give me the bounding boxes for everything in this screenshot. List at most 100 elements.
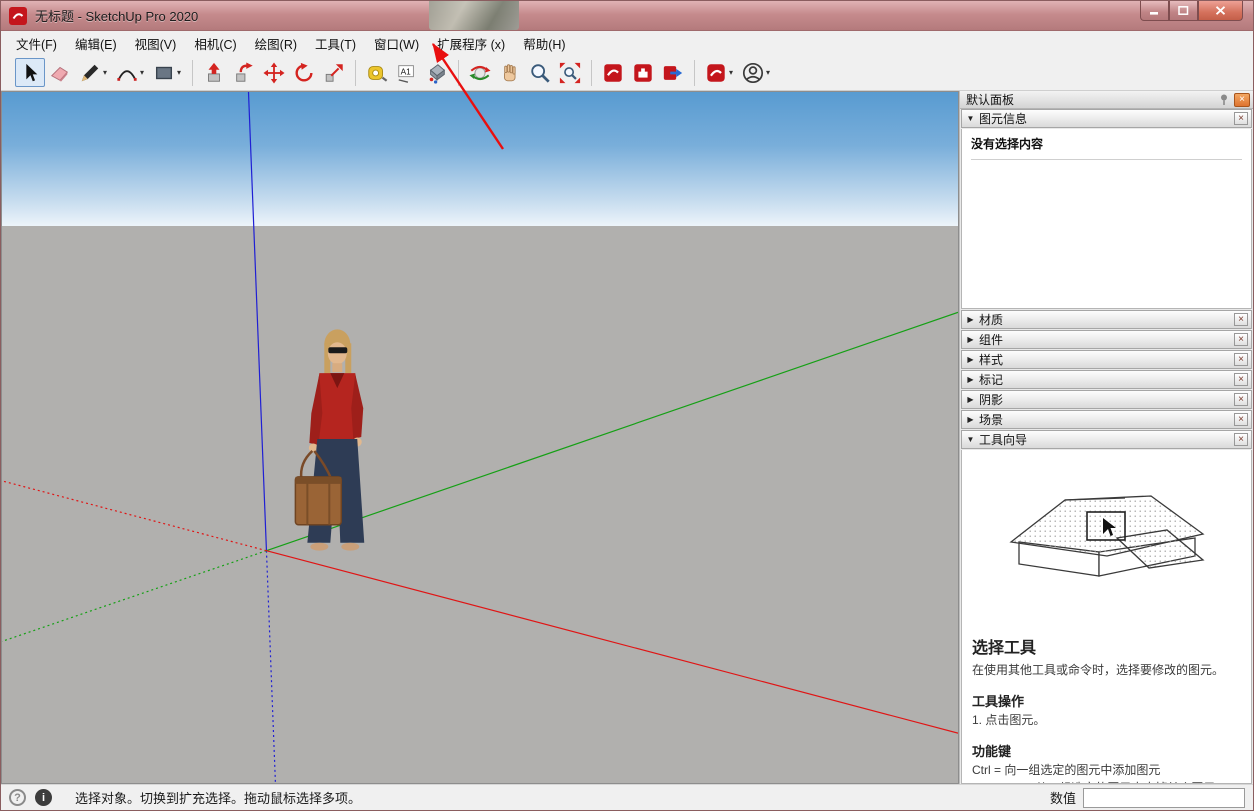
menu-view[interactable]: 视图(V) [126, 31, 186, 56]
3d-warehouse-icon [602, 62, 624, 84]
section-scenes[interactable]: ▶ 场景 × [961, 410, 1252, 429]
followme-icon [233, 62, 255, 84]
zoom-extents-button[interactable] [555, 58, 585, 87]
pin-icon[interactable] [1218, 93, 1230, 106]
menu-tools[interactable]: 工具(T) [306, 31, 365, 56]
rectangle-icon [153, 62, 175, 84]
expand-arrow-icon[interactable]: ▶ [962, 335, 979, 344]
arc-tool-button[interactable] [112, 58, 142, 87]
close-section-button[interactable]: × [1234, 333, 1248, 346]
section-tags[interactable]: ▶ 标记 × [961, 370, 1252, 389]
section-label: 样式 [979, 351, 1003, 368]
text-tool-button[interactable]: A1 [392, 58, 422, 87]
collapse-arrow-icon[interactable]: ▼ [962, 114, 979, 123]
zoom-tool-button[interactable] [525, 58, 555, 87]
shape-tool-button[interactable] [149, 58, 179, 87]
close-section-button[interactable]: × [1234, 112, 1248, 125]
close-section-button[interactable]: × [1234, 433, 1248, 446]
menu-camera[interactable]: 相机(C) [185, 31, 245, 56]
instructor-operation-heading: 工具操作 [972, 691, 1241, 710]
section-components[interactable]: ▶ 组件 × [961, 330, 1252, 349]
paint-bucket-tool-button[interactable] [422, 58, 452, 87]
pan-tool-button[interactable] [495, 58, 525, 87]
drawing-axes [2, 92, 958, 783]
section-materials[interactable]: ▶ 材质 × [961, 310, 1252, 329]
section-label: 工具向导 [979, 431, 1027, 448]
sketchup-help-icon [705, 62, 727, 84]
menu-extensions[interactable]: 扩展程序 (x) [428, 31, 514, 56]
menu-help[interactable]: 帮助(H) [514, 31, 574, 56]
panel-title: 默认面板 [966, 91, 1014, 108]
shape-tool-caret-icon[interactable]: ▾ [177, 68, 186, 77]
3d-warehouse-button[interactable] [598, 58, 628, 87]
pan-hand-icon [499, 62, 521, 84]
maximize-icon [1178, 6, 1189, 15]
close-section-button[interactable]: × [1234, 413, 1248, 426]
account-button[interactable] [738, 58, 768, 87]
expand-arrow-icon[interactable]: ▶ [962, 415, 979, 424]
panel-close-button[interactable]: × [1234, 93, 1250, 107]
instructor-description: 在使用其他工具或命令时，选择要修改的图元。 [972, 661, 1241, 678]
collapse-arrow-icon[interactable]: ▼ [962, 435, 979, 444]
expand-arrow-icon[interactable]: ▶ [962, 395, 979, 404]
tape-measure-icon [366, 62, 388, 84]
move-tool-button[interactable] [259, 58, 289, 87]
minimize-button[interactable] [1140, 1, 1169, 21]
instructor-content: 选择工具 在使用其他工具或命令时，选择要修改的图元。 工具操作 1. 点击图元。… [961, 450, 1252, 784]
eraser-tool-button[interactable] [45, 58, 75, 87]
section-styles[interactable]: ▶ 样式 × [961, 350, 1252, 369]
extension-warehouse-button[interactable] [628, 58, 658, 87]
geolocation-help-icon[interactable]: ? [9, 789, 26, 806]
info-toggle-icon[interactable]: i [35, 789, 52, 806]
scale-tool-button[interactable] [319, 58, 349, 87]
close-section-button[interactable]: × [1234, 313, 1248, 326]
arc-tool-caret-icon[interactable]: ▾ [140, 68, 149, 77]
section-entity-info[interactable]: ▼ 图元信息 × [961, 109, 1252, 128]
extension-warehouse-icon [632, 62, 654, 84]
expand-arrow-icon[interactable]: ▶ [962, 375, 979, 384]
statusbar: ? i 选择对象。切换到扩充选择。拖动鼠标选择多项。 数值 [1, 784, 1253, 810]
menu-window[interactable]: 窗口(W) [365, 31, 428, 56]
toolbar-separator [694, 60, 695, 86]
rotate-tool-button[interactable] [289, 58, 319, 87]
close-section-button[interactable]: × [1234, 393, 1248, 406]
titlebar[interactable]: 无标题 - SketchUp Pro 2020 [1, 1, 1253, 31]
sketchup-help-button[interactable] [701, 58, 731, 87]
section-shadows[interactable]: ▶ 阴影 × [961, 390, 1252, 409]
zoom-icon [529, 62, 551, 84]
maximize-button[interactable] [1169, 1, 1198, 21]
help-caret-icon[interactable]: ▾ [729, 68, 738, 77]
close-section-button[interactable]: × [1234, 373, 1248, 386]
account-caret-icon[interactable]: ▾ [766, 68, 775, 77]
select-arrow-icon [19, 62, 41, 84]
section-label: 标记 [979, 371, 1003, 388]
menu-edit[interactable]: 编辑(E) [66, 31, 126, 56]
measurements-box: 数值 [1050, 788, 1245, 808]
scale-icon [323, 62, 345, 84]
share-model-button[interactable] [658, 58, 688, 87]
line-tool-caret-icon[interactable]: ▾ [103, 68, 112, 77]
menu-draw[interactable]: 绘图(R) [246, 31, 306, 56]
tape-measure-tool-button[interactable] [362, 58, 392, 87]
orbit-tool-button[interactable] [465, 58, 495, 87]
expand-arrow-icon[interactable]: ▶ [962, 355, 979, 364]
panel-header[interactable]: 默认面板 × [960, 91, 1253, 109]
drawing-viewport[interactable] [1, 91, 959, 784]
entity-info-empty-text: 没有选择内容 [971, 135, 1242, 152]
pushpull-tool-button[interactable] [199, 58, 229, 87]
status-message: 选择对象。切换到扩充选择。拖动鼠标选择多项。 [75, 788, 361, 807]
text-tool-icon: A1 [396, 62, 418, 84]
close-section-button[interactable]: × [1234, 353, 1248, 366]
expand-arrow-icon[interactable]: ▶ [962, 315, 979, 324]
eraser-icon [49, 62, 71, 84]
close-button[interactable] [1198, 1, 1243, 21]
select-tool-button[interactable] [15, 58, 45, 87]
measurements-label: 数值 [1050, 788, 1076, 807]
orbit-icon [469, 62, 491, 84]
measurements-input[interactable] [1083, 788, 1245, 808]
menu-file[interactable]: 文件(F) [7, 31, 66, 56]
followme-tool-button[interactable] [229, 58, 259, 87]
model-person[interactable] [295, 329, 364, 550]
section-instructor[interactable]: ▼ 工具向导 × [961, 430, 1252, 449]
line-tool-button[interactable] [75, 58, 105, 87]
